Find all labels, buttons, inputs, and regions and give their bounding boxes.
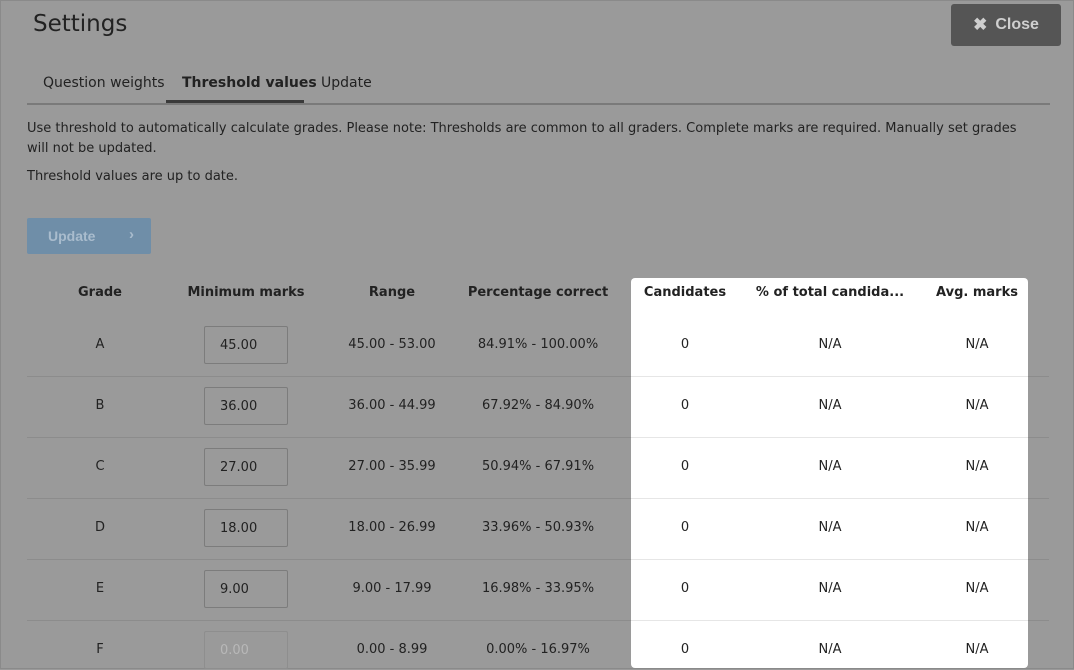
range-cell: 0.00 - 8.99 [356,642,428,657]
minimum-marks-input[interactable]: 9.00 [204,570,288,608]
avg-marks-cell: N/A [965,459,989,474]
candidates-cell: 0 [680,642,690,657]
grade-cell: B [95,398,105,413]
row-divider-panel [631,620,1028,621]
header-minimum-marks: Minimum marks [187,285,305,300]
avg-marks-cell: N/A [965,581,989,596]
minimum-marks-input[interactable]: 27.00 [204,448,288,486]
percent-total-cell: N/A [818,520,842,535]
settings-dialog: Settings ✖ Close Question weights Thresh… [0,0,1074,669]
range-cell: 27.00 - 35.99 [348,459,436,474]
minimum-marks-input: 0.00 [204,631,288,669]
row-divider [27,437,1049,438]
grade-cell: D [94,520,105,535]
percentage-cell: 67.92% - 84.90% [481,398,595,413]
row-divider [27,559,1049,560]
percentage-cell: 50.94% - 67.91% [481,459,595,474]
close-button-label: Close [995,16,1039,33]
minimum-marks-input[interactable]: 45.00 [204,326,288,364]
candidates-cell: 0 [680,520,690,535]
grade-cell: F [96,642,104,657]
percent-total-cell: N/A [818,581,842,596]
percentage-cell: 84.91% - 100.00% [477,337,599,352]
range-cell: 36.00 - 44.99 [348,398,436,413]
percent-total-cell: N/A [818,398,842,413]
candidates-cell: 0 [680,581,690,596]
row-divider-panel [631,559,1028,560]
threshold-status: Threshold values are up to date. [27,169,239,184]
row-divider [27,376,1049,377]
tab-update[interactable]: Update [321,75,372,91]
row-divider [27,498,1049,499]
header-avg-marks: Avg. marks [936,285,1018,300]
avg-marks-cell: N/A [965,520,989,535]
header-range: Range [368,285,416,300]
percentage-cell: 16.98% - 33.95% [481,581,595,596]
range-cell: 18.00 - 26.99 [348,520,436,535]
minimum-marks-input[interactable]: 18.00 [204,509,288,547]
active-tab-indicator [166,100,304,103]
range-cell: 45.00 - 53.00 [348,337,436,352]
header-candidates: Candidates [643,285,727,300]
row-divider [27,620,1049,621]
close-icon: ✖ [973,15,988,34]
dialog-title: Settings [33,11,128,37]
avg-marks-cell: N/A [965,642,989,657]
update-button[interactable]: Update › [27,218,151,254]
header-percent-total-candidates: % of total candida... [755,285,905,300]
grade-cell: C [95,459,105,474]
percentage-cell: 33.96% - 50.93% [481,520,595,535]
percent-total-cell: N/A [818,642,842,657]
tab-threshold-values[interactable]: Threshold values [182,75,317,91]
close-button[interactable]: ✖ Close [951,4,1061,46]
settings-tabs: Question weights Threshold values Update [27,63,1050,105]
candidates-cell: 0 [680,337,690,352]
range-cell: 9.00 - 17.99 [352,581,432,596]
avg-marks-cell: N/A [965,337,989,352]
update-button-label: Update [48,228,96,244]
avg-marks-cell: N/A [965,398,989,413]
row-divider-panel [631,498,1028,499]
header-percentage-correct: Percentage correct [467,285,609,300]
percent-total-cell: N/A [818,337,842,352]
grade-cell: A [95,337,105,352]
grade-cell: E [95,581,105,596]
candidates-cell: 0 [680,459,690,474]
tab-question-weights[interactable]: Question weights [43,75,165,91]
threshold-note: Use threshold to automatically calculate… [27,121,1017,156]
minimum-marks-input[interactable]: 36.00 [204,387,288,425]
row-divider-panel [631,437,1028,438]
candidates-cell: 0 [680,398,690,413]
header-grade: Grade [78,285,122,300]
row-divider-panel [631,376,1028,377]
percentage-cell: 0.00% - 16.97% [486,642,590,657]
chevron-right-icon: › [129,226,134,243]
percent-total-cell: N/A [818,459,842,474]
